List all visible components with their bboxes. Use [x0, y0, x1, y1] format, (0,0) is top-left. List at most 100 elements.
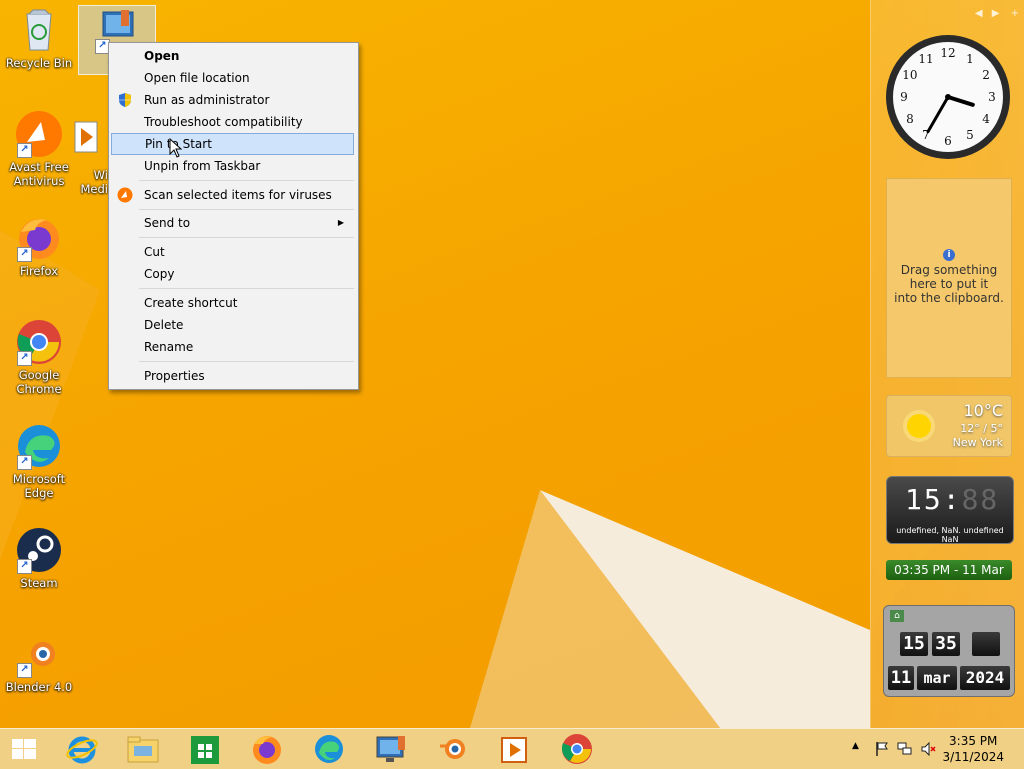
desktop-icon-recycle-bin[interactable]: Recycle Bin — [1, 6, 77, 70]
taskbar-media-player[interactable] — [490, 732, 540, 766]
previous-icon[interactable]: ◀ — [975, 8, 983, 19]
internet-explorer-icon — [66, 736, 98, 764]
chrome-icon — [561, 734, 592, 764]
sun-icon — [903, 410, 935, 442]
shortcut-arrow-icon: ↗ — [17, 351, 32, 366]
flip-year: 2024 — [960, 666, 1010, 690]
menu-item-open-file-location[interactable]: Open file location — [111, 67, 354, 89]
icon-label: Steam — [20, 576, 58, 590]
shortcut-arrow-icon: ↗ — [17, 455, 32, 470]
flip-clock-gadget[interactable]: ⌂ 15 35 11 mar 2024 — [883, 605, 1015, 697]
menu-item-delete[interactable]: Delete — [111, 314, 354, 336]
menu-separator — [139, 288, 354, 289]
network-icon[interactable] — [897, 741, 913, 757]
taskbar-clock-time: 3:35 PM — [949, 734, 998, 748]
taskbar-firefox[interactable] — [242, 732, 292, 766]
desktop-icon-firefox[interactable]: ↗ Firefox — [1, 214, 77, 278]
taskbar-clock[interactable]: 3:35 PM 3/11/2024 — [942, 733, 1004, 765]
desktop-icon-blender[interactable]: ↗ Blender 4.0 — [1, 630, 77, 694]
clipboard-gadget[interactable]: i Drag something here to put it into the… — [886, 178, 1012, 378]
blender-icon: ↗ — [15, 630, 63, 678]
clock-numeral: 11 — [918, 52, 933, 66]
flip-month: mar — [917, 666, 957, 690]
start-button[interactable] — [0, 732, 48, 766]
clipboard-line-3: into the clipboard. — [894, 291, 1004, 305]
clock-numeral: 1 — [966, 52, 974, 66]
menu-item-rename[interactable]: Rename — [111, 336, 354, 358]
clipboard-line-1: Drag something — [900, 263, 998, 277]
icon-label: Blender 4.0 — [5, 680, 73, 694]
menu-item-properties[interactable]: Properties — [111, 365, 354, 387]
menu-item-troubleshoot-compatibility[interactable]: Troubleshoot compatibility — [111, 111, 354, 133]
taskbar-store[interactable] — [180, 732, 230, 766]
taskbar-chrome[interactable] — [552, 732, 602, 766]
clock-numeral: 2 — [982, 68, 990, 82]
flip-hour: 15 — [900, 632, 928, 656]
uac-shield-icon — [117, 92, 133, 108]
digital-time-hours: 15: — [905, 483, 962, 516]
icon-label: Microsoft Edge — [12, 472, 66, 500]
icon-label: Wi Medi — [80, 168, 109, 196]
menu-item-open[interactable]: Open — [111, 45, 354, 67]
taskbar: ▲ 3:35 PM 3/11/2024 — [0, 728, 1024, 769]
clock-numeral: 6 — [944, 134, 952, 148]
media-player-icon — [501, 737, 527, 763]
clock-numeral: 3 — [988, 90, 996, 104]
digital-time-faded: 88 — [961, 483, 1000, 516]
menu-item-run-as-administrator[interactable]: Run as administrator — [111, 89, 354, 111]
taskbar-clock-date: 3/11/2024 — [942, 750, 1004, 764]
icon-label: Firefox — [19, 264, 59, 278]
context-menu: Open Open file location Run as administr… — [108, 42, 359, 390]
desktop-icon-windows-media[interactable]: Wi Medi — [64, 118, 108, 196]
shortcut-arrow-icon: ↗ — [17, 247, 32, 262]
windows-media-icon — [71, 118, 101, 166]
clock-numeral: 10 — [902, 68, 917, 82]
menu-item-pin-to-start[interactable]: Pin to Start — [111, 133, 354, 155]
menu-item-unpin-from-taskbar[interactable]: Unpin from Taskbar — [111, 155, 354, 177]
home-icon: ⌂ — [890, 610, 904, 622]
menu-separator — [139, 237, 354, 238]
taskbar-computer-shortcut[interactable] — [366, 732, 416, 766]
menu-item-create-shortcut[interactable]: Create shortcut — [111, 292, 354, 314]
action-center-flag-icon[interactable] — [874, 741, 890, 757]
taskbar-internet-explorer[interactable] — [57, 732, 107, 766]
flip-blank — [972, 632, 1000, 656]
mouse-cursor-icon — [169, 138, 183, 158]
menu-item-send-to[interactable]: Send to ▶ — [111, 212, 354, 234]
blender-icon — [440, 739, 465, 759]
volume-muted-icon[interactable] — [920, 741, 936, 757]
menu-item-cut[interactable]: Cut — [111, 241, 354, 263]
menu-item-copy[interactable]: Copy — [111, 263, 354, 285]
add-gadget-icon[interactable]: + — [1011, 8, 1019, 19]
digital-clock-gadget[interactable]: 15:88 undefined, NaN. undefined NaN — [886, 476, 1014, 544]
weather-gadget[interactable]: 10°C 12° / 5° New York — [886, 395, 1012, 457]
date-bar-gadget[interactable]: 03:35 PM - 11 Mar — [886, 560, 1012, 580]
weather-range: 12° / 5° — [960, 422, 1003, 435]
steam-icon: ↗ — [15, 526, 63, 574]
system-tray: ▲ — [850, 729, 940, 769]
menu-item-scan-viruses[interactable]: Scan selected items for viruses — [111, 184, 354, 206]
weather-city: New York — [952, 436, 1003, 449]
avast-icon: ↗ — [15, 110, 63, 158]
shortcut-arrow-icon: ↗ — [17, 559, 32, 574]
menu-separator — [139, 361, 354, 362]
desktop[interactable]: Recycle Bin ↗ Ga ↗ Avast Free Antivirus … — [0, 0, 1024, 728]
clock-numeral: 9 — [900, 90, 908, 104]
computer-shortcut-icon — [376, 736, 405, 762]
taskbar-edge[interactable] — [304, 732, 354, 766]
desktop-icon-edge[interactable]: ↗ Microsoft Edge — [1, 422, 77, 500]
show-hidden-icons[interactable]: ▲ — [852, 741, 859, 751]
next-icon[interactable]: ▶ — [992, 8, 1000, 19]
desktop-icon-steam[interactable]: ↗ Steam — [1, 526, 77, 590]
taskbar-blender[interactable] — [428, 732, 478, 766]
taskbar-file-explorer[interactable] — [118, 732, 168, 766]
shortcut-arrow-icon: ↗ — [17, 143, 32, 158]
file-explorer-icon — [127, 736, 159, 763]
chrome-icon: ↗ — [15, 318, 63, 366]
analog-clock-gadget[interactable]: 1234567891011 12 — [885, 34, 1011, 160]
clock-numeral: 8 — [906, 112, 914, 126]
desktop-icon-chrome[interactable]: ↗ Google Chrome — [1, 318, 77, 396]
store-icon — [191, 736, 219, 764]
flip-day: 11 — [888, 666, 914, 690]
menu-separator — [139, 209, 354, 210]
